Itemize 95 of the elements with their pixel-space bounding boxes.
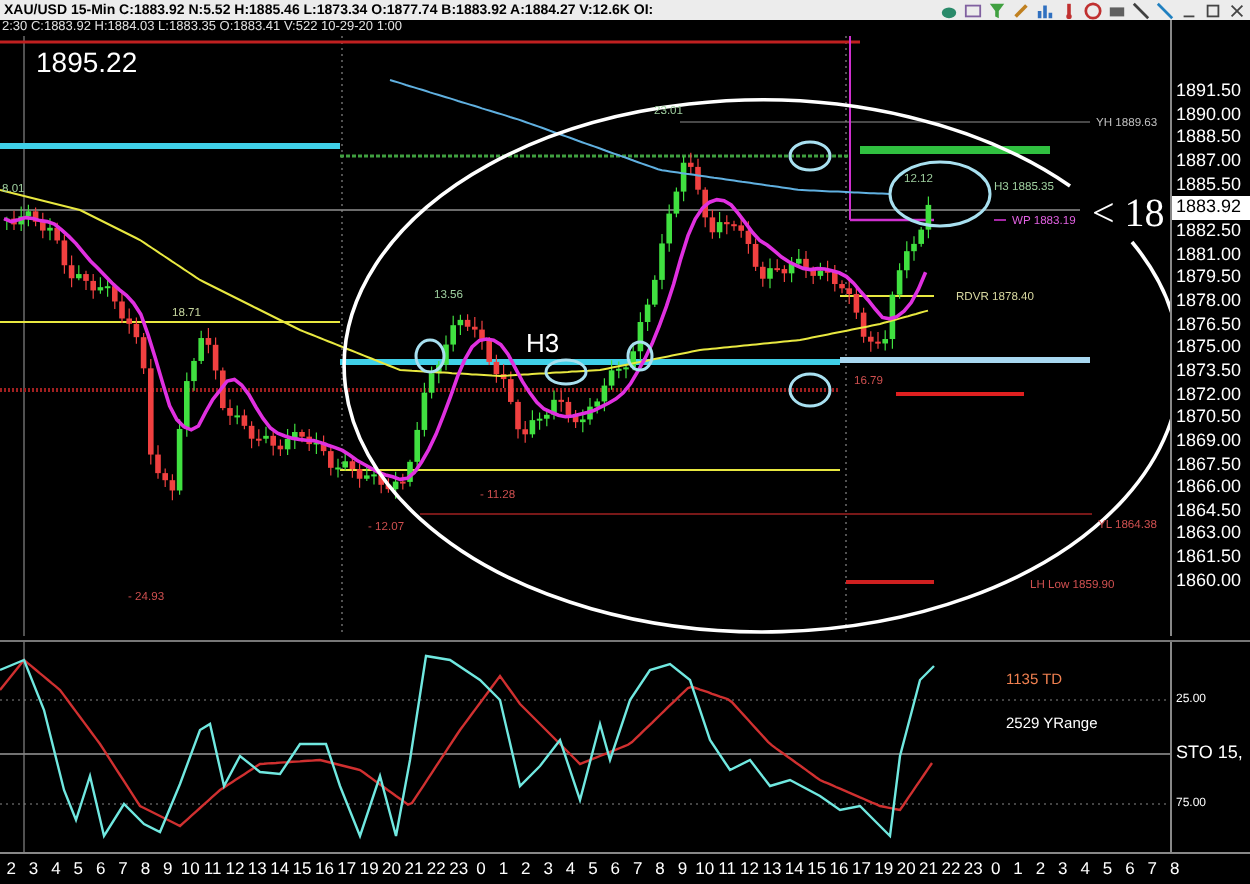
level-line <box>896 392 1024 396</box>
time-tick: 6 <box>608 856 623 882</box>
time-tick: 19 <box>872 856 895 882</box>
time-tick: 10 <box>179 856 202 882</box>
time-tick: 13 <box>246 856 269 882</box>
h3-label: H3 <box>526 328 560 358</box>
time-tick: 13 <box>760 856 784 882</box>
highlight-circle <box>788 140 832 172</box>
price-tick: 1891.50 <box>1174 80 1244 104</box>
time-tick: 20 <box>895 856 918 882</box>
time-tick: 1 <box>496 856 511 882</box>
time-tick: 5 <box>71 856 86 882</box>
price-label: 1895.22 <box>36 46 138 78</box>
time-tick: 4 <box>1078 856 1092 882</box>
time-tick: 2 <box>4 856 18 882</box>
price-tick: 1878.00 <box>1174 289 1244 314</box>
time-tick: 5 <box>1100 856 1115 882</box>
time-tick: 5 <box>586 856 600 882</box>
price-tick: 1864.50 <box>1174 499 1244 523</box>
time-tick: 17 <box>850 856 873 882</box>
pointer-label: < 18 <box>1092 192 1165 236</box>
time-tick: 4 <box>563 856 578 882</box>
thermometer-icon[interactable] <box>1060 1 1078 19</box>
price-tick: 1867.50 <box>1174 453 1244 477</box>
price-tick: 1870.50 <box>1174 406 1244 430</box>
funnel-icon[interactable] <box>988 1 1006 19</box>
time-tick: 2 <box>1033 856 1048 882</box>
pencil-icon[interactable] <box>1012 1 1030 19</box>
time-tick: 19 <box>358 856 381 882</box>
price-tick: 1876.50 <box>1174 313 1244 337</box>
time-tick: 9 <box>161 856 175 882</box>
time-tick: 8 <box>653 856 667 882</box>
price-tick: 1861.50 <box>1174 546 1244 570</box>
price-tick: 1882.50 <box>1174 219 1244 244</box>
time-tick: 21 <box>917 856 940 882</box>
time-tick: 1 <box>1011 856 1025 882</box>
price-tick: 1879.50 <box>1174 266 1244 290</box>
time-tick: 11 <box>201 856 224 882</box>
time-tick: 3 <box>541 856 555 882</box>
time-tick: 8 <box>1167 856 1182 882</box>
time-tick: 20 <box>380 856 403 882</box>
time-tick: 9 <box>675 856 690 882</box>
price-tick: 1875.00 <box>1174 336 1244 360</box>
time-tick: 23 <box>447 856 470 882</box>
time-tick: 17 <box>335 856 358 882</box>
time-tick: 12 <box>738 856 761 882</box>
time-tick: 16 <box>313 856 336 882</box>
time-tick: 21 <box>402 856 426 882</box>
time-tick: 14 <box>783 856 806 882</box>
time-tick: 22 <box>425 856 448 882</box>
maximize-icon[interactable] <box>1204 1 1222 19</box>
price-tick: 1866.00 <box>1174 476 1244 500</box>
price-tick: 1873.50 <box>1174 359 1244 384</box>
leader-line <box>993 219 1007 221</box>
time-tick: 4 <box>49 856 63 882</box>
highlight-circle <box>626 340 654 372</box>
level-line <box>839 295 935 297</box>
time-tick: 6 <box>93 856 108 882</box>
price-tick: 1860.00 <box>1174 569 1244 593</box>
highlight-circle <box>788 372 832 408</box>
time-tick: 16 <box>827 856 851 882</box>
time-tick: 3 <box>1056 856 1070 882</box>
time-tick: 15 <box>805 856 828 882</box>
level-line <box>846 580 934 584</box>
time-tick: 7 <box>116 856 130 882</box>
time-tick: 6 <box>1123 856 1137 882</box>
time-tick: 12 <box>223 856 247 882</box>
time-tick: 14 <box>268 856 291 882</box>
close-icon[interactable] <box>1228 1 1246 19</box>
price-tick: 1888.50 <box>1174 126 1244 150</box>
highlight-circle <box>414 338 446 374</box>
time-tick: 0 <box>988 856 1003 882</box>
price-tick: 1887.00 <box>1174 149 1244 174</box>
time-tick: 22 <box>939 856 963 882</box>
current-price-tag: 1883.92 <box>1172 196 1250 220</box>
highlight-circle <box>888 160 992 228</box>
indicator-name: STO 15, <box>1174 742 1245 762</box>
time-tick: 7 <box>630 856 645 882</box>
time-tick: 2 <box>519 856 533 882</box>
time-tick: 0 <box>474 856 488 882</box>
time-tick: 10 <box>693 856 716 882</box>
price-tick: 1885.50 <box>1174 173 1244 197</box>
price-tick: 1872.00 <box>1174 383 1244 407</box>
time-tick: 23 <box>962 856 985 882</box>
highlight-circle <box>544 358 588 386</box>
time-tick: 8 <box>138 856 153 882</box>
time-tick: 7 <box>1145 856 1160 882</box>
price-tick: 1863.00 <box>1174 522 1244 547</box>
price-tick: 1890.00 <box>1174 103 1244 127</box>
price-tick: 1881.00 <box>1174 243 1244 267</box>
time-tick: 11 <box>716 856 738 882</box>
price-tick: 1869.00 <box>1174 429 1244 453</box>
bar-chart-icon[interactable] <box>1036 1 1054 19</box>
time-tick: 3 <box>26 856 41 882</box>
time-tick: 15 <box>290 856 314 882</box>
